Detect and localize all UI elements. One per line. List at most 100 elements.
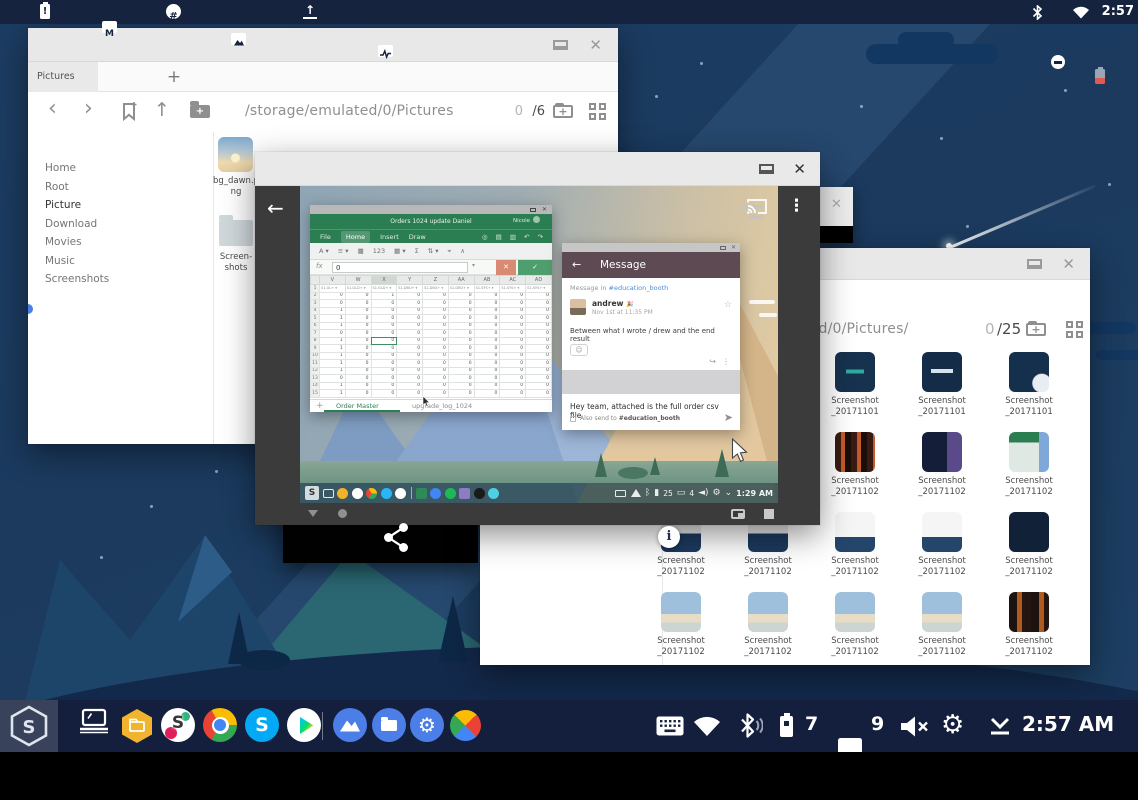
tab-pictures[interactable]: Pictures bbox=[28, 62, 98, 92]
settings-tray-icon[interactable]: ⚙ bbox=[941, 710, 964, 740]
file-item[interactable]: Screenshot_20171101 bbox=[812, 352, 898, 428]
grid-view-icon[interactable] bbox=[1066, 321, 1083, 338]
sheet-cell: 0 bbox=[371, 330, 397, 338]
column-header: X bbox=[371, 276, 397, 285]
sheet-cell: 0 bbox=[500, 322, 526, 330]
column-header: V bbox=[320, 276, 346, 285]
play-store-app-icon[interactable] bbox=[287, 708, 323, 744]
viewer-body: ✕ Orders 1024 update Daniel Nicole File … bbox=[255, 186, 820, 525]
collapse-icon[interactable] bbox=[308, 510, 318, 517]
sidebar-item-home[interactable]: Home bbox=[28, 159, 213, 178]
close-icon[interactable]: ✕ bbox=[793, 160, 806, 178]
sheet-cell: 0 bbox=[474, 300, 500, 308]
folder-thumbnail[interactable] bbox=[219, 220, 253, 246]
sheet-tool-icon: ∧ bbox=[460, 247, 465, 255]
sheet-cell: 0 bbox=[397, 345, 423, 353]
back-icon[interactable]: ← bbox=[267, 196, 284, 220]
overflow-menu-icon[interactable]: ⋮ bbox=[788, 196, 805, 216]
toolbar: ‹ › ↑ + /storage/emulated/0/Pictures 0 /… bbox=[28, 92, 618, 132]
bluetooth-tray-icon[interactable] bbox=[737, 712, 763, 739]
sheet-cell: 0 bbox=[448, 300, 474, 308]
file-item[interactable]: Screenshot_20171102 bbox=[986, 592, 1072, 668]
sheet-cell: 0 bbox=[423, 307, 449, 315]
file-item[interactable]: Screenshot_20171102 bbox=[899, 432, 985, 508]
sheet-tool-icon: ≡ ▾ bbox=[338, 247, 349, 255]
add-bookmark-icon[interactable] bbox=[121, 101, 139, 123]
start-button[interactable]: S bbox=[0, 700, 58, 752]
cast-icon[interactable] bbox=[746, 198, 768, 215]
sheet-cell: 0 bbox=[423, 315, 449, 323]
taskbar-clock[interactable]: 2:57 AM bbox=[1022, 712, 1114, 736]
up-directory-icon[interactable]: ↑ bbox=[154, 98, 170, 122]
battery-tray-icon[interactable] bbox=[780, 716, 793, 737]
file-thumbnail bbox=[661, 592, 701, 632]
image-thumbnail[interactable] bbox=[218, 137, 253, 172]
drive-dot bbox=[488, 488, 499, 499]
volume-muted-tray-icon[interactable] bbox=[900, 715, 930, 738]
gallery-app-icon[interactable] bbox=[333, 708, 369, 744]
star bbox=[655, 95, 658, 98]
window-titlebar[interactable]: ✕ bbox=[28, 28, 618, 62]
sidebar-item-download[interactable]: Download bbox=[28, 215, 213, 234]
sidebar-item-picture[interactable]: Picture bbox=[28, 196, 213, 215]
sheet-cell: 0 bbox=[423, 352, 449, 360]
info-button[interactable]: i bbox=[658, 526, 680, 548]
file-item[interactable]: Screenshot_20171102 bbox=[986, 432, 1072, 508]
file-item[interactable]: Screenshot_20171102 bbox=[812, 432, 898, 508]
spotify-dot bbox=[445, 488, 456, 499]
sheet-cell: S1.GLD+ ▾ bbox=[371, 285, 397, 293]
new-folder-icon[interactable]: + bbox=[190, 105, 210, 118]
wifi-status-icon bbox=[1072, 5, 1090, 19]
menu-insert: Insert bbox=[380, 233, 399, 241]
file-item[interactable]: Screenshot_20171102 bbox=[899, 512, 985, 588]
file-item[interactable]: Screenshot_20171102 bbox=[812, 592, 898, 668]
chrome-app-icon[interactable] bbox=[203, 708, 239, 744]
grid-view-icon[interactable] bbox=[589, 103, 606, 120]
files-app-icon[interactable] bbox=[372, 708, 408, 744]
maximize-icon[interactable] bbox=[553, 40, 568, 50]
dot-indicator[interactable] bbox=[338, 509, 347, 518]
file-name: Screenshot_20171102 bbox=[980, 476, 1078, 498]
file-item[interactable]: Screenshot_20171101 bbox=[899, 352, 985, 428]
sidebar-item-music[interactable]: Music bbox=[28, 252, 213, 271]
file-item[interactable]: Screenshot_20171101 bbox=[986, 352, 1072, 428]
message-body: Between what I wrote / drew and the end … bbox=[570, 327, 732, 343]
keyboard-tray-icon[interactable] bbox=[656, 716, 684, 736]
maximize-icon[interactable] bbox=[1027, 259, 1042, 269]
file-item[interactable]: Screenshot_20171102 bbox=[725, 592, 811, 668]
pip-icon[interactable] bbox=[731, 509, 745, 519]
close-icon[interactable]: ✕ bbox=[820, 197, 853, 212]
create-folder-icon[interactable]: + bbox=[1026, 323, 1046, 336]
forward-icon[interactable]: › bbox=[84, 97, 93, 121]
file-manager-app-icon[interactable] bbox=[120, 708, 156, 744]
sidebar-item-screenshots[interactable]: Screenshots bbox=[28, 270, 213, 289]
sheet-cell: 0 bbox=[345, 367, 371, 375]
sidebar-item-movies[interactable]: Movies bbox=[28, 233, 213, 252]
close-icon[interactable]: ✕ bbox=[589, 36, 602, 54]
sidebar-item-root[interactable]: Root bbox=[28, 178, 213, 197]
file-item[interactable]: Screenshot_20171102 bbox=[986, 512, 1072, 588]
terminal-app-icon[interactable] bbox=[78, 708, 114, 744]
back-icon[interactable]: ‹ bbox=[48, 97, 57, 121]
file-item[interactable]: Screenshot_20171102 bbox=[899, 592, 985, 668]
share-icon[interactable] bbox=[383, 523, 410, 552]
file-item[interactable]: Screenshot_20171102 bbox=[638, 592, 724, 668]
slack-app-icon[interactable]: S bbox=[161, 708, 197, 744]
column-header: Y bbox=[397, 276, 423, 285]
wifi-tray-icon[interactable] bbox=[692, 714, 722, 737]
stop-icon[interactable] bbox=[764, 509, 774, 519]
file-name: Screenshot_20171102 bbox=[719, 556, 817, 578]
create-folder-icon[interactable]: + bbox=[553, 105, 573, 118]
google-photos-app-icon[interactable] bbox=[450, 710, 486, 746]
column-header: AD bbox=[526, 276, 552, 285]
skype-app-icon[interactable]: S bbox=[245, 708, 281, 744]
close-icon[interactable]: ✕ bbox=[1062, 255, 1075, 273]
new-tab-button[interactable]: + bbox=[162, 65, 186, 89]
sheet-cell: 0 bbox=[526, 337, 552, 345]
file-item[interactable]: Screenshot_20171102 bbox=[812, 512, 898, 588]
maximize-icon[interactable] bbox=[759, 164, 774, 174]
window-titlebar[interactable]: ✕ bbox=[255, 152, 820, 186]
update-tray-icon[interactable] bbox=[988, 716, 1012, 736]
start-chip: S bbox=[305, 486, 319, 500]
settings-app-icon[interactable]: ⚙ bbox=[410, 708, 446, 744]
